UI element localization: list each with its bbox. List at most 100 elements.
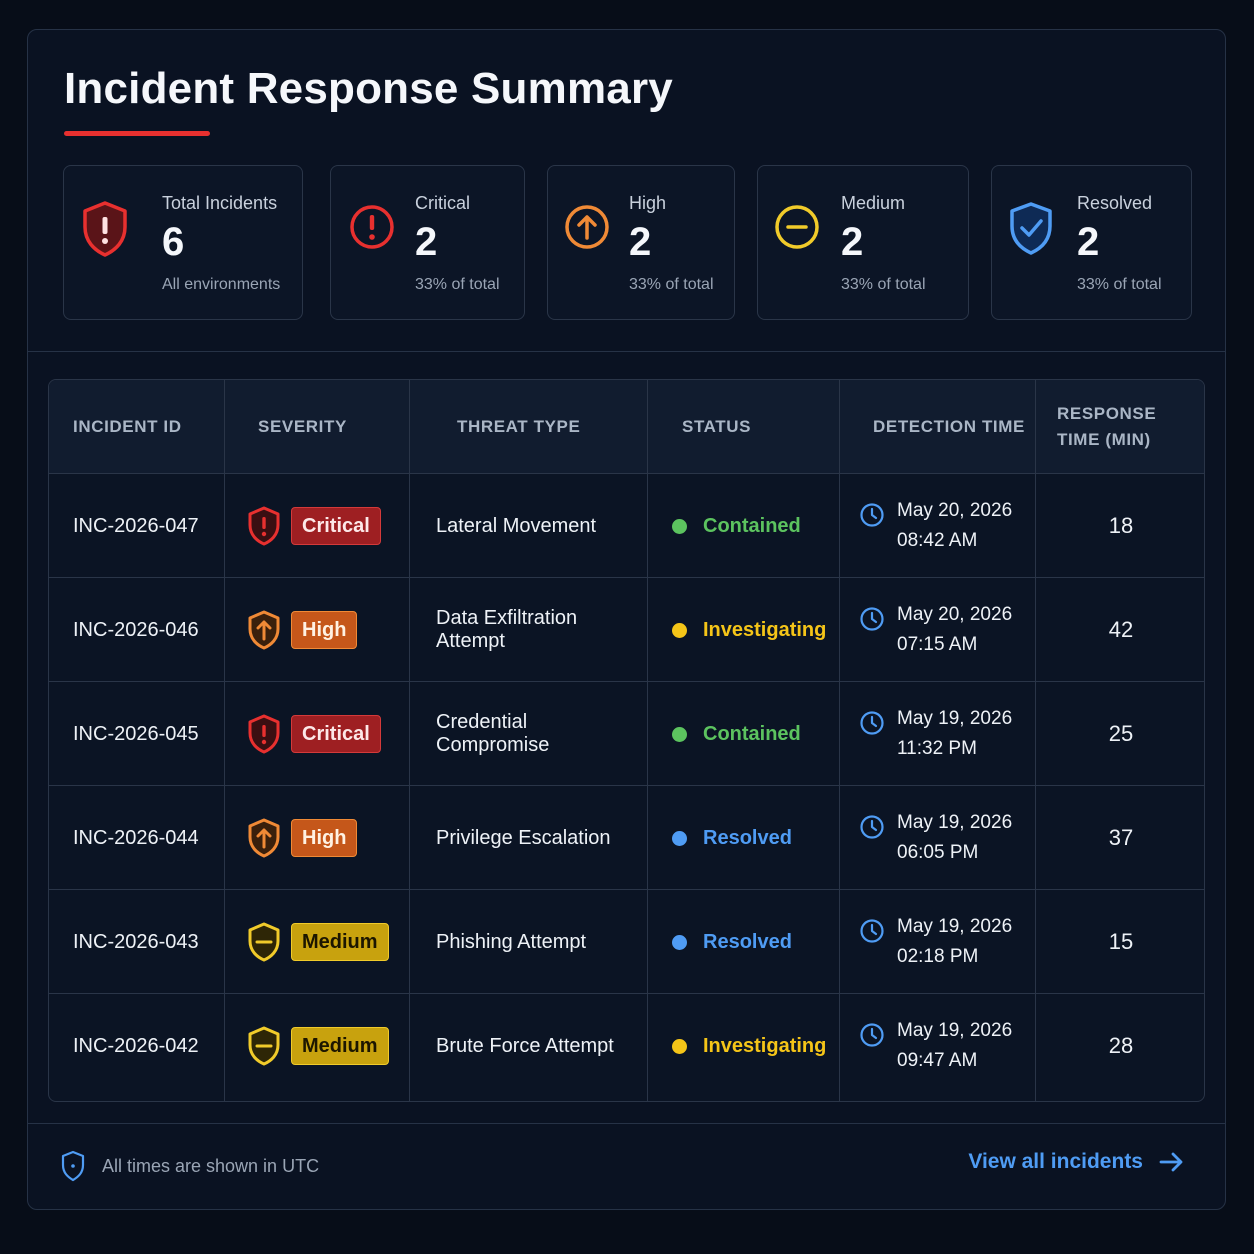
- detection-date: May 19, 2026: [897, 1020, 1013, 1041]
- incident-id: INC-2026-047: [73, 514, 199, 537]
- response-time: 42: [1108, 617, 1134, 642]
- shield-alert-icon: [248, 714, 280, 754]
- threat-type: Brute Force Attempt: [436, 1034, 614, 1057]
- detection-time-cell: May 20, 2026 08:42 AM: [859, 474, 1034, 578]
- severity-badge: Critical: [291, 715, 381, 753]
- detection-clock-time: 06:05 PM: [897, 842, 979, 863]
- shield-arrow-up-icon: [248, 818, 280, 858]
- column-divider: [224, 380, 225, 1101]
- card-subtext: 33% of total: [629, 276, 714, 293]
- card-value: 2: [1077, 220, 1100, 264]
- incidents-table: INCIDENT ID SEVERITY THREAT TYPE STATUS …: [48, 379, 1205, 1102]
- clock-icon: [860, 815, 884, 839]
- shield-info-icon: [61, 1150, 85, 1182]
- detection-time: May 19, 2026 06:05 PM: [897, 808, 1012, 868]
- status-text: Investigating: [703, 1034, 827, 1057]
- threat-type: Lateral Movement: [436, 514, 597, 537]
- clock-icon: [860, 607, 884, 631]
- incident-id: INC-2026-042: [73, 1034, 199, 1057]
- status-cell: Resolved: [672, 890, 837, 994]
- clock-icon: [860, 711, 884, 735]
- response-time: 28: [1108, 1033, 1134, 1058]
- detection-time-cell: May 20, 2026 07:15 AM: [859, 578, 1034, 682]
- section-divider: [28, 351, 1225, 352]
- table-row[interactable]: INC-2026-047 Critical Lateral Movement Cont…: [49, 474, 1204, 578]
- detection-clock-time: 08:42 AM: [897, 530, 978, 551]
- table-row[interactable]: INC-2026-046 High Data Exfiltration Attemp…: [49, 578, 1204, 682]
- detection-clock-time: 02:18 PM: [897, 946, 979, 967]
- clock-icon: [860, 503, 884, 527]
- severity-cell: Critical: [247, 474, 407, 578]
- column-header-incident-id[interactable]: INCIDENT ID: [73, 380, 223, 474]
- card-subtext: All environments: [162, 276, 281, 293]
- detection-time-cell: May 19, 2026 11:32 PM: [859, 682, 1034, 786]
- card-label: Total Incidents: [162, 193, 278, 213]
- card-value: 2: [629, 220, 652, 264]
- shield-minus-icon: [248, 922, 280, 962]
- detection-clock-time: 09:47 AM: [897, 1050, 978, 1071]
- detection-time: May 20, 2026 08:42 AM: [897, 496, 1012, 556]
- column-divider: [1035, 380, 1036, 1101]
- card-high: High 2 33% of total: [547, 165, 735, 320]
- detection-clock-time: 11:32 PM: [897, 738, 977, 759]
- detection-time-cell: May 19, 2026 06:05 PM: [859, 786, 1034, 890]
- detection-time: May 19, 2026 02:18 PM: [897, 912, 1012, 972]
- detection-time: May 19, 2026 09:47 AM: [897, 1016, 1012, 1076]
- table-row[interactable]: INC-2026-044 High Privilege Escalation Reso…: [49, 786, 1204, 890]
- column-header-detection-time[interactable]: DETECTION TIME: [873, 380, 1043, 474]
- card-value: 2: [415, 220, 438, 264]
- column-divider: [839, 380, 840, 1101]
- column-header-severity[interactable]: SEVERITY: [258, 380, 418, 474]
- incident-id: INC-2026-044: [73, 826, 199, 849]
- table-row[interactable]: INC-2026-045 Critical Credential Compromis…: [49, 682, 1204, 786]
- detection-time: May 20, 2026 07:15 AM: [897, 600, 1012, 660]
- column-header-threat-type[interactable]: THREAT TYPE: [457, 380, 657, 474]
- column-header-response-time[interactable]: RESPONSE TIME (MIN): [1057, 380, 1197, 474]
- severity-badge: Medium: [291, 1027, 389, 1065]
- threat-type: Data Exfiltration Attempt: [436, 607, 578, 652]
- card-label: Resolved: [1077, 193, 1153, 213]
- clock-icon: [860, 919, 884, 943]
- incident-summary-panel: Incident Response Summary Total Incident…: [27, 29, 1226, 1210]
- card-value: 6: [162, 220, 185, 264]
- card-value: 2: [841, 220, 864, 264]
- card-label: High: [629, 193, 667, 213]
- table-row[interactable]: INC-2026-042 Medium Brute Force Attempt Inv…: [49, 994, 1204, 1098]
- clock-icon: [860, 1023, 884, 1047]
- severity-cell: Critical: [247, 682, 407, 786]
- card-total-incidents: Total Incidents 6 All environments: [63, 165, 303, 320]
- column-header-status[interactable]: STATUS: [682, 380, 832, 474]
- detection-date: May 19, 2026: [897, 916, 1013, 937]
- severity-badge: High: [291, 611, 358, 649]
- severity-cell: Medium: [247, 890, 407, 994]
- status-cell: Investigating: [672, 994, 837, 1098]
- view-all-label: View all incidents: [968, 1150, 1143, 1173]
- status-dot: [672, 622, 687, 638]
- shield-check-icon: [1010, 202, 1052, 255]
- severity-cell: High: [247, 786, 407, 890]
- card-label: Critical: [415, 193, 471, 213]
- status-dot: [672, 726, 687, 742]
- card-label: Medium: [841, 193, 906, 213]
- status-cell: Contained: [672, 682, 837, 786]
- minus-circle-icon: [775, 205, 819, 249]
- status-dot: [672, 830, 687, 846]
- detection-date: May 19, 2026: [897, 812, 1013, 833]
- detection-date: May 19, 2026: [897, 708, 1013, 729]
- status-text: Investigating: [703, 618, 827, 641]
- response-time: 37: [1108, 825, 1134, 850]
- severity-cell: High: [247, 578, 407, 682]
- card-resolved: Resolved 2 33% of total: [991, 165, 1192, 320]
- detection-clock-time: 07:15 AM: [897, 634, 978, 655]
- shield-arrow-up-icon: [248, 610, 280, 650]
- status-cell: Contained: [672, 474, 837, 578]
- incident-id: INC-2026-046: [73, 618, 199, 641]
- card-medium: Medium 2 33% of total: [757, 165, 969, 320]
- status-cell: Resolved: [672, 786, 837, 890]
- view-all-incidents-link[interactable]: View all incidents: [968, 1150, 1185, 1174]
- status-text: Resolved: [703, 826, 792, 849]
- card-subtext: 33% of total: [841, 276, 926, 293]
- detection-time-cell: May 19, 2026 02:18 PM: [859, 890, 1034, 994]
- status-text: Contained: [703, 514, 801, 537]
- table-row[interactable]: INC-2026-043 Medium Phishing Attempt Resolv…: [49, 890, 1204, 994]
